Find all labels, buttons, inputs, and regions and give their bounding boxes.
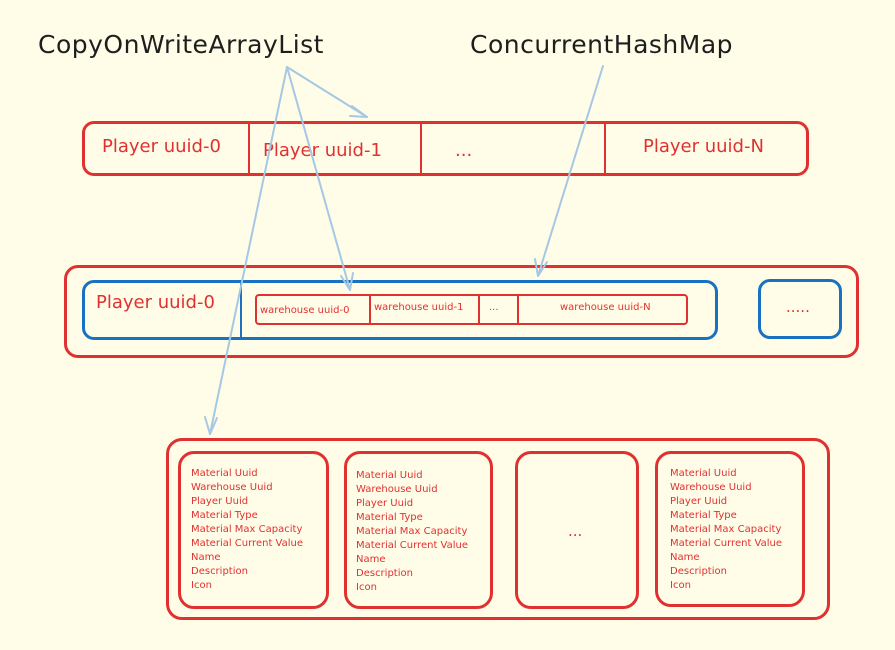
material-fields-0: Material Uuid Warehouse Uuid Player Uuid… <box>191 467 303 593</box>
field-line: Material Type <box>356 512 423 523</box>
player-cell-n: Player uuid-N <box>643 136 764 157</box>
field-line: Material Type <box>670 510 737 521</box>
warehouse-cell-0: warehouse uuid-0 <box>260 305 350 316</box>
field-line: Description <box>356 568 413 579</box>
divider <box>517 295 519 324</box>
field-line: Material Uuid <box>356 470 423 481</box>
field-line: Material Current Value <box>191 538 304 549</box>
field-line: Warehouse Uuid <box>191 482 273 493</box>
warehouse-cell-n: warehouse uuid-N <box>560 302 651 313</box>
field-line: Name <box>356 554 386 565</box>
field-line: Material Uuid <box>191 468 258 479</box>
material-ellipsis-text: ... <box>568 522 583 540</box>
field-line: Player Uuid <box>670 496 728 507</box>
player-cell-1: Player uuid-1 <box>263 140 382 161</box>
field-line: Icon <box>191 580 212 591</box>
field-line: Player Uuid <box>191 496 249 507</box>
arrow-cow-to-warehouses <box>286 66 351 291</box>
player-cell-0: Player uuid-0 <box>102 136 221 157</box>
field-line: Material Uuid <box>670 468 737 479</box>
field-line: Icon <box>356 582 377 593</box>
field-line: Description <box>191 566 248 577</box>
field-line: Material Max Capacity <box>191 524 303 535</box>
material-fields-1: Material Uuid Warehouse Uuid Player Uuid… <box>356 469 468 595</box>
divider <box>369 295 371 324</box>
divider <box>420 123 422 174</box>
field-line: Material Max Capacity <box>356 526 468 537</box>
divider <box>478 295 480 324</box>
divider <box>248 123 250 174</box>
field-line: Material Current Value <box>356 540 469 551</box>
cow-list-label: CopyOnWriteArrayList <box>38 30 324 59</box>
more-players-text: ..... <box>786 298 810 316</box>
arrow-cow-to-players <box>286 66 368 118</box>
field-line: Warehouse Uuid <box>356 484 438 495</box>
warehouse-cell-1: warehouse uuid-1 <box>374 302 464 313</box>
arrow-head <box>204 416 218 435</box>
arrow-head <box>349 105 368 118</box>
chm-label: ConcurrentHashMap <box>470 30 734 59</box>
field-line: Material Type <box>191 510 258 521</box>
field-line: Material Max Capacity <box>670 524 782 535</box>
material-fields-n: Material Uuid Warehouse Uuid Player Uuid… <box>670 467 782 593</box>
player-cell-ellipsis: ... <box>455 140 473 161</box>
field-line: Material Current Value <box>670 538 783 549</box>
field-line: Name <box>670 552 700 563</box>
warehouse-player-label: Player uuid-0 <box>96 292 215 313</box>
warehouse-cell-ellipsis: ... <box>489 302 499 313</box>
field-line: Warehouse Uuid <box>670 482 752 493</box>
divider <box>240 283 242 338</box>
field-line: Description <box>670 566 727 577</box>
field-line: Icon <box>670 580 691 591</box>
divider <box>604 123 606 174</box>
field-line: Name <box>191 552 221 563</box>
field-line: Player Uuid <box>356 498 414 509</box>
